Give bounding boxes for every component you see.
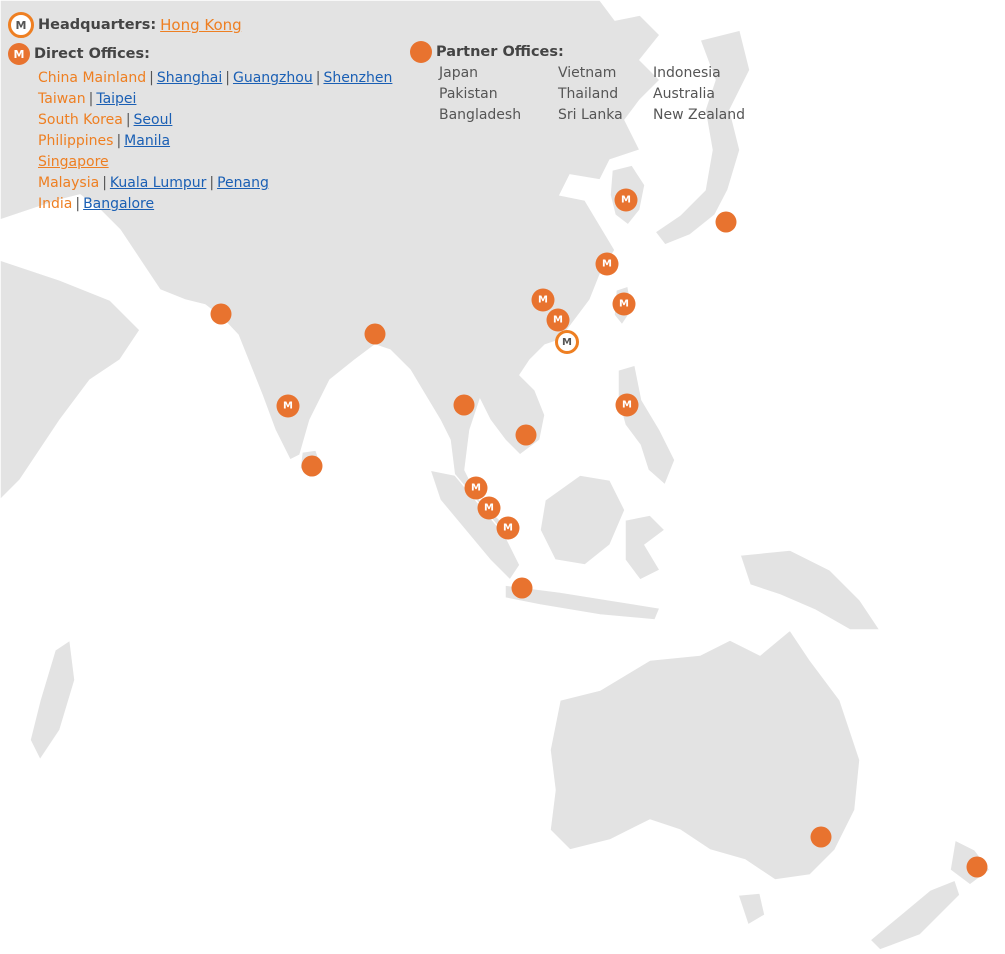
separator: | [75,196,81,212]
separator: | [225,70,230,86]
partner-country: Sri Lanka [558,107,623,123]
partner-offices-legend: Partner Offices: [410,41,564,63]
partner-country: Australia [653,86,715,102]
direct-office-row: China Mainland | Shanghai | Guangzhou | Shenzh… [38,68,392,89]
madagascar-landmass [29,638,76,762]
borneo-landmass [539,474,626,566]
country-label: Philippines [38,133,114,149]
separator: | [102,175,107,191]
marker-direct-office[interactable]: M [615,393,639,417]
country-label: China Mainland [38,70,147,86]
marker-direct-office[interactable]: M [614,188,638,212]
marker-direct-office[interactable]: M [595,252,619,276]
separator: | [315,70,321,86]
city-link[interactable]: Seoul [134,112,173,128]
partner-country: Bangladesh [439,107,522,123]
city-link[interactable]: Shenzhen [323,70,392,86]
marker-partner-office[interactable] [364,323,386,345]
separator: | [209,175,215,191]
partner-office-icon [410,41,432,63]
marker-direct-office[interactable]: M [496,516,520,540]
direct-offices-legend: M Direct Offices: [8,43,150,65]
newguinea-landmass [738,549,882,631]
marker-partner-office[interactable] [966,856,988,878]
marker-direct-office[interactable]: M [276,394,300,418]
country-label: Taiwan [38,91,86,107]
direct-office-icon: M [8,43,30,65]
headquarters-icon: M [8,12,34,38]
country-label: South Korea [38,112,123,128]
direct-office-row: South Korea | Seoul [38,110,392,131]
philippines-landmass [617,364,676,487]
city-link[interactable]: Taipei [96,91,136,107]
partner-country: Japan [439,65,479,81]
marker-direct-office[interactable]: M [546,308,570,332]
headquarters-link[interactable]: Hong Kong [160,16,242,34]
marker-partner-office[interactable] [715,211,737,233]
direct-office-row: India | Bangalore [38,194,392,215]
city-link[interactable]: Guangzhou [233,70,313,86]
marker-partner-office[interactable] [453,394,475,416]
partner-country: Pakistan [439,86,498,102]
country-link[interactable]: Singapore [38,154,109,170]
direct-office-row: Malaysia | Kuala Lumpur | Penang [38,173,392,194]
separator: | [88,91,94,107]
marker-direct-office[interactable]: M [612,292,636,316]
partner-offices-list: Japan Vietnam Indonesia Pakistan Thailand Aus… [439,63,763,126]
headquarters-title: Headquarters: [38,17,157,33]
country-label: India [38,196,73,212]
city-link[interactable]: Kuala Lumpur [110,175,206,191]
direct-office-row: Taiwan | Taipei [38,89,392,110]
partner-offices-title: Partner Offices: [436,44,564,60]
direct-office-row: Philippines | Manila [38,131,392,152]
direct-office-row: Singapore [38,152,392,173]
marker-partner-office[interactable] [210,303,232,325]
city-link[interactable]: Bangalore [83,196,154,212]
separator: | [149,70,154,86]
marker-direct-office[interactable]: M [477,496,501,520]
marker-direct-office[interactable]: M [464,476,488,500]
city-link[interactable]: Shanghai [157,70,222,86]
country-label: Malaysia [38,175,100,191]
city-link[interactable]: Penang [217,175,269,191]
headquarters-legend: M Headquarters: Hong Kong [8,12,242,38]
separator: | [116,133,122,149]
marker-partner-office[interactable] [301,455,323,477]
newzealand-south-landmass [868,879,961,951]
partner-country: Vietnam [558,65,617,81]
partner-country: New Zealand [653,107,745,123]
marker-direct-office[interactable]: M [531,288,555,312]
sulawesi-landmass [624,514,667,581]
marker-partner-office[interactable] [511,577,533,599]
marker-partner-office[interactable] [515,424,537,446]
direct-offices-list: China Mainland | Shanghai | Guangzhou | Shenzh… [38,68,392,215]
partner-country: Indonesia [653,65,721,81]
partner-country: Thailand [558,86,619,102]
tasmania-landmass [736,892,766,927]
direct-offices-title: Direct Offices: [34,46,150,62]
city-link[interactable]: Manila [124,133,170,149]
separator: | [125,112,131,128]
marker-partner-office[interactable] [810,826,832,848]
marker-headquarters[interactable]: M [555,330,579,354]
arabia-landmass [0,259,141,502]
